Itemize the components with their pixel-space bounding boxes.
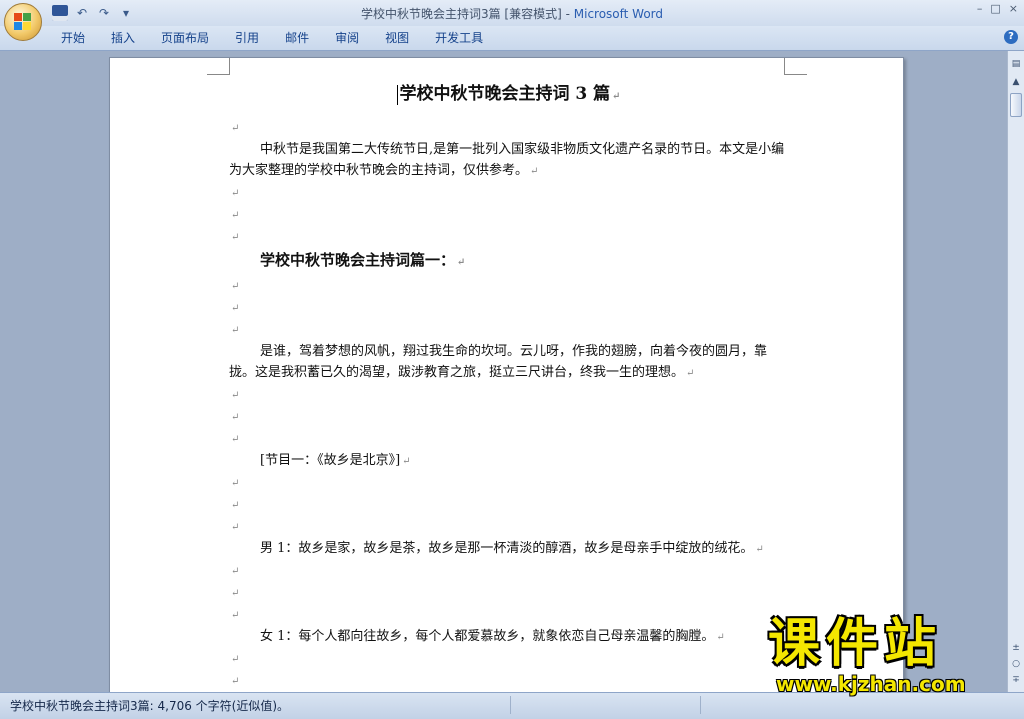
paragraph-mark: ↵: [755, 544, 764, 555]
ribbon: 开始 插入 页面布局 引用 邮件 审阅 视图 开发工具 ?: [0, 26, 1024, 51]
tab-home[interactable]: 开始: [48, 30, 98, 46]
paragraph-mark: ↵: [716, 632, 725, 643]
empty-paragraph: ↵: [229, 472, 789, 494]
paragraph-mark: ↵: [231, 412, 240, 423]
male-host-paragraph: 男 1：故乡是家，故乡是茶，故乡是那一杯清淡的醇酒，故乡是母亲手中绽放的绒花。 ↵: [229, 538, 789, 560]
empty-paragraph: ↵: [229, 560, 789, 582]
empty-paragraph: ↵: [229, 670, 789, 692]
word-count-status[interactable]: 学校中秋节晚会主持词3篇: 4,706 个字符(近似值)。: [10, 697, 289, 714]
title-separator: -: [561, 7, 574, 21]
scrollbar-thumb[interactable]: [1010, 93, 1022, 117]
document-name: 学校中秋节晚会主持词3篇 [兼容模式]: [360, 7, 562, 21]
office-logo-icon: [14, 13, 32, 31]
empty-paragraph: ↵: [229, 319, 789, 341]
tab-page-layout[interactable]: 页面布局: [148, 30, 222, 46]
female-host-text: 女 1：每个人都向往故乡，每个人都爱慕故乡，就象依恋自己母亲温馨的胸膛。: [260, 629, 715, 644]
next-page-icon[interactable]: ∓: [1009, 675, 1023, 685]
previous-page-icon[interactable]: ±: [1009, 643, 1023, 653]
status-divider: [510, 696, 511, 714]
empty-paragraph: ↵: [229, 428, 789, 450]
empty-paragraph: ↵: [229, 182, 789, 204]
paragraph-mark: ↵: [231, 123, 240, 134]
tab-developer[interactable]: 开发工具: [422, 30, 496, 46]
window-title: 学校中秋节晚会主持词3篇 [兼容模式] - Microsoft Word: [0, 5, 1024, 22]
paragraph-mark: ↵: [231, 500, 240, 511]
site-watermark-logo: 课件站 www.kjzhan.com: [768, 615, 1008, 695]
intro-text: 中秋节是我国第二大传统节日,是第一批列入国家级非物质文化遗产名录的节日。本文是小…: [229, 142, 785, 178]
paragraph-mark: ↵: [231, 188, 240, 199]
paragraph-mark: ↵: [231, 232, 240, 243]
paragraph-mark: ↵: [231, 303, 240, 314]
watermark-url: www.kjzhan.com: [776, 672, 966, 696]
empty-paragraph: ↵: [229, 406, 789, 428]
document-title: 学校中秋节晚会主持词 3 篇 ↵: [229, 82, 789, 109]
status-divider: [700, 696, 701, 714]
paragraph-mark: ↵: [231, 610, 240, 621]
help-icon[interactable]: ?: [1004, 30, 1018, 44]
empty-paragraph: ↵: [229, 494, 789, 516]
office-button[interactable]: [4, 3, 42, 41]
scroll-up-icon[interactable]: ▲: [1009, 75, 1023, 89]
paragraph-mark: ↵: [231, 566, 240, 577]
window-controls: – □ ×: [977, 2, 1018, 15]
close-icon[interactable]: ×: [1009, 2, 1018, 15]
document-title-text: 学校中秋节晚会主持词 3 篇: [399, 84, 611, 104]
document-page[interactable]: 学校中秋节晚会主持词 3 篇 ↵ ↵ 中秋节是我国第二大传统节日,是第一批列入国家…: [109, 57, 904, 692]
tab-review[interactable]: 审阅: [322, 30, 372, 46]
status-bar: 学校中秋节晚会主持词3篇: 4,706 个字符(近似值)。: [0, 692, 1024, 719]
paragraph-mark: ↵: [231, 522, 240, 533]
empty-paragraph: ↵: [229, 582, 789, 604]
paragraph-mark: ↵: [231, 478, 240, 489]
empty-paragraph: ↵: [229, 384, 789, 406]
ribbon-tabs: 开始 插入 页面布局 引用 邮件 审阅 视图 开发工具: [48, 30, 496, 46]
paragraph-mark: ↵: [457, 257, 466, 268]
empty-paragraph: ↵: [229, 516, 789, 538]
paragraph-mark: ↵: [686, 368, 695, 379]
app-name: Microsoft Word: [573, 7, 664, 21]
title-bar: ↶ ↷ ▾ 学校中秋节晚会主持词3篇 [兼容模式] - Microsoft Wo…: [0, 0, 1024, 41]
maximize-icon[interactable]: □: [990, 2, 1000, 15]
document-body[interactable]: 学校中秋节晚会主持词 3 篇 ↵ ↵ 中秋节是我国第二大传统节日,是第一批列入国家…: [229, 82, 789, 692]
section-heading-text: 学校中秋节晚会主持词篇一：: [260, 251, 456, 269]
paragraph-mark: ↵: [231, 654, 240, 665]
male-host-text: 男 1：故乡是家，故乡是茶，故乡是那一杯清淡的醇酒，故乡是母亲手中绽放的绒花。: [260, 541, 754, 556]
female-host-paragraph: 女 1：每个人都向往故乡，每个人都爱慕故乡，就象依恋自己母亲温馨的胸膛。 ↵: [229, 626, 789, 648]
paragraph-mark: ↵: [530, 166, 539, 177]
empty-paragraph: ↵: [229, 226, 789, 248]
intro-paragraph: 中秋节是我国第二大传统节日,是第一批列入国家级非物质文化遗产名录的节日。本文是小…: [229, 139, 789, 182]
empty-paragraph: ↵: [229, 117, 789, 139]
paragraph-mark: ↵: [231, 390, 240, 401]
opening-paragraph: 是谁，驾着梦想的风帆，翔过我生命的坎坷。云儿呀，作我的翅膀，向着今夜的圆月，靠拢…: [229, 341, 789, 384]
select-browse-object-icon[interactable]: ○: [1009, 659, 1023, 669]
vertical-scrollbar[interactable]: ▤ ▲ ± ○ ∓: [1007, 51, 1024, 692]
crop-mark-right: [784, 58, 807, 75]
paragraph-mark: ↵: [612, 91, 621, 102]
document-workspace: 学校中秋节晚会主持词 3 篇 ↵ ↵ 中秋节是我国第二大传统节日,是第一批列入国家…: [0, 51, 1007, 692]
tab-insert[interactable]: 插入: [98, 30, 148, 46]
program-text: [节目一：《故乡是北京》]: [260, 453, 401, 468]
paragraph-mark: ↵: [231, 325, 240, 336]
paragraph-mark: ↵: [231, 281, 240, 292]
ruler-toggle-icon[interactable]: ▤: [1009, 57, 1023, 71]
section-heading: 学校中秋节晚会主持词篇一： ↵: [229, 248, 789, 275]
paragraph-mark: ↵: [402, 456, 411, 467]
tab-view[interactable]: 视图: [372, 30, 422, 46]
empty-paragraph: ↵: [229, 275, 789, 297]
paragraph-mark: ↵: [231, 588, 240, 599]
paragraph-mark: ↵: [231, 676, 240, 687]
empty-paragraph: ↵: [229, 604, 789, 626]
tab-references[interactable]: 引用: [222, 30, 272, 46]
empty-paragraph: ↵: [229, 648, 789, 670]
tab-mailings[interactable]: 邮件: [272, 30, 322, 46]
paragraph-mark: ↵: [231, 434, 240, 445]
paragraph-mark: ↵: [231, 210, 240, 221]
empty-paragraph: ↵: [229, 204, 789, 226]
minimize-icon[interactable]: –: [977, 2, 983, 15]
empty-paragraph: ↵: [229, 297, 789, 319]
program-paragraph: [节目一：《故乡是北京》] ↵: [229, 450, 789, 472]
watermark-text: 课件站: [768, 614, 943, 674]
crop-mark-left: [207, 58, 230, 75]
